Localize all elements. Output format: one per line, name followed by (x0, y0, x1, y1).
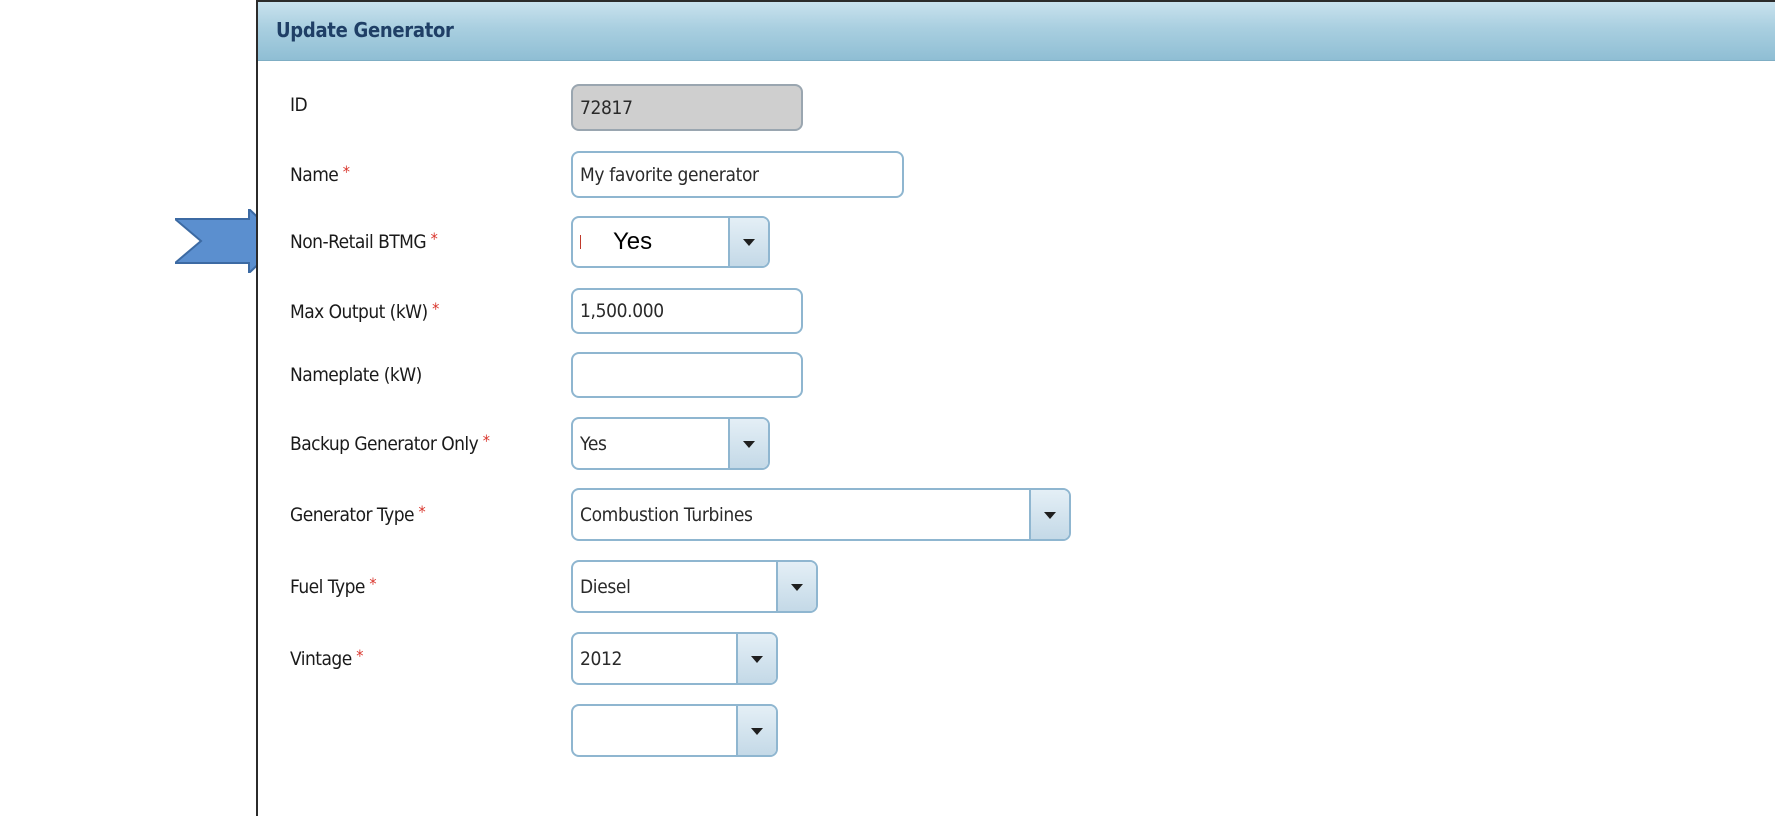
generator-type-value: Combustion Turbines (580, 503, 753, 526)
form-row-generator-type: Generator Type * Combustion Turbines (258, 488, 1775, 542)
required-marker: * (418, 502, 426, 521)
non-retail-btmg-label: Non-Retail BTMG * (290, 229, 438, 253)
vintage-value: 2012 (580, 647, 623, 670)
max-output-input[interactable]: 1,500.000 (571, 288, 803, 334)
max-output-label: Max Output (kW) * (290, 299, 439, 323)
name-label: Name * (290, 162, 350, 186)
nameplate-input[interactable] (571, 352, 803, 398)
fuel-type-label: Fuel Type * (290, 574, 377, 598)
chevron-down-icon[interactable] (1029, 490, 1069, 539)
non-retail-btmg-value: Yes (613, 228, 653, 255)
form-row-nameplate: Nameplate (kW) (258, 352, 1775, 406)
chevron-down-icon[interactable] (736, 634, 776, 683)
id-value: 72817 (580, 96, 633, 119)
fuel-type-value: Diesel (580, 575, 631, 598)
form-row-next (258, 704, 1775, 758)
chevron-down-icon[interactable] (728, 218, 768, 266)
required-marker: * (369, 574, 377, 593)
nameplate-label: Nameplate (kW) (290, 364, 422, 386)
generator-type-label: Generator Type * (290, 502, 426, 526)
chevron-down-icon[interactable] (736, 706, 776, 755)
vintage-label: Vintage * (290, 646, 363, 670)
required-marker: * (432, 299, 439, 318)
form-row-name: Name * My favorite generator (258, 150, 1775, 204)
id-label: ID (290, 94, 308, 116)
chevron-down-icon[interactable] (728, 419, 768, 468)
panel-title: Update Generator (276, 18, 454, 42)
backup-generator-only-select[interactable]: Yes (571, 417, 770, 470)
name-value: My favorite generator (580, 163, 759, 186)
form-row-non-retail-btmg: Non-Retail BTMG * Yes (258, 215, 1775, 269)
form-row-vintage: Vintage * 2012 (258, 632, 1775, 686)
generator-type-select[interactable]: Combustion Turbines (571, 488, 1071, 541)
required-marker: * (430, 229, 438, 248)
fuel-type-select[interactable]: Diesel (571, 560, 818, 613)
form-row-id: ID 72817 (258, 82, 1775, 136)
backup-generator-only-label: Backup Generator Only * (290, 431, 490, 455)
text-cursor (580, 235, 581, 249)
page: Update Generator ID 72817 Name * My favor… (0, 0, 1775, 816)
non-retail-btmg-select[interactable]: Yes (571, 216, 770, 268)
name-input[interactable]: My favorite generator (571, 151, 904, 198)
next-select[interactable] (571, 704, 778, 757)
id-field: 72817 (571, 84, 803, 131)
max-output-value: 1,500.000 (580, 300, 664, 322)
required-marker: * (482, 431, 490, 450)
form-row-backup-generator-only: Backup Generator Only * Yes (258, 417, 1775, 471)
backup-generator-only-value: Yes (580, 432, 607, 455)
vintage-select[interactable]: 2012 (571, 632, 778, 685)
chevron-down-icon[interactable] (776, 562, 816, 611)
panel-header: Update Generator (258, 2, 1775, 61)
required-marker: * (342, 162, 350, 181)
update-generator-panel: Update Generator ID 72817 Name * My favor… (256, 0, 1775, 816)
form-row-max-output: Max Output (kW) * 1,500.000 (258, 287, 1775, 341)
required-marker: * (356, 646, 363, 665)
form-row-fuel-type: Fuel Type * Diesel (258, 560, 1775, 614)
